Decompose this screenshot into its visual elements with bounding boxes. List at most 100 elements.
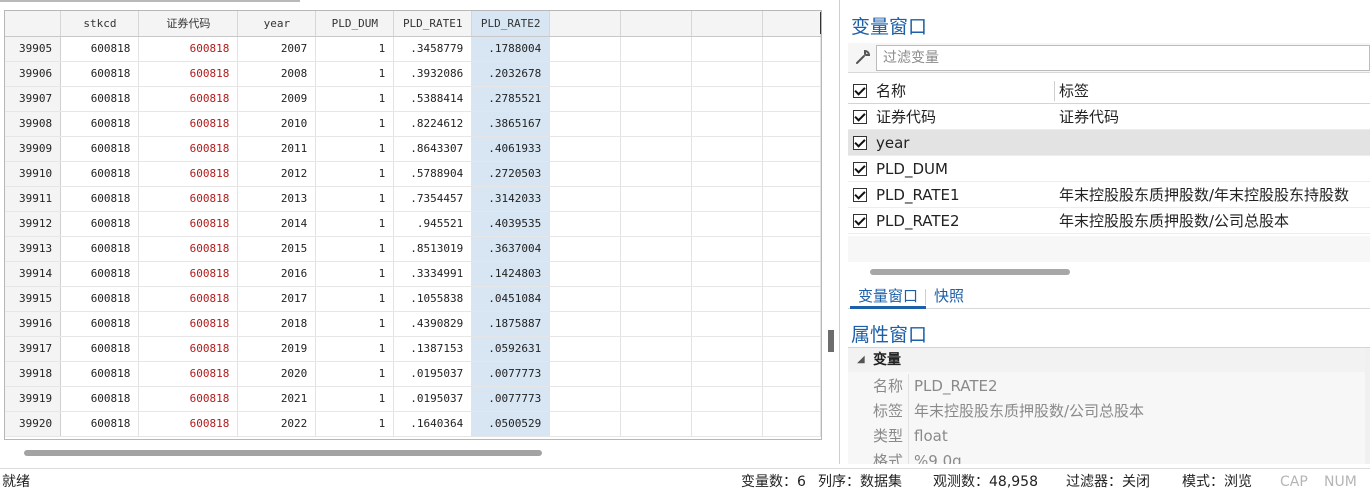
- table-cell[interactable]: [549, 236, 622, 262]
- table-cell[interactable]: 2014: [237, 211, 317, 237]
- table-cell[interactable]: [691, 186, 763, 212]
- tab-variables-window[interactable]: 变量窗口: [850, 285, 927, 309]
- table-cell[interactable]: .7354457: [393, 186, 473, 212]
- table-cell[interactable]: 600818: [60, 411, 140, 437]
- table-cell[interactable]: 2016: [237, 261, 317, 287]
- table-cell[interactable]: [549, 211, 622, 237]
- column-header[interactable]: [762, 11, 821, 37]
- table-cell[interactable]: 1: [315, 136, 395, 162]
- table-cell[interactable]: .3334991: [393, 261, 473, 287]
- table-cell[interactable]: 2013: [237, 186, 317, 212]
- table-cell[interactable]: 600818: [138, 161, 239, 187]
- table-cell[interactable]: [691, 36, 763, 62]
- table-row[interactable]: 39906 600818 600818 2008 1.3932086.2032678: [5, 61, 821, 87]
- table-row[interactable]: 39909 600818 600818 2011 1.8643307.4061933: [5, 136, 821, 162]
- table-cell[interactable]: 1: [315, 86, 395, 112]
- table-cell[interactable]: .3932086: [393, 61, 473, 87]
- table-cell[interactable]: 1: [315, 186, 395, 212]
- table-cell[interactable]: [691, 261, 763, 287]
- table-cell[interactable]: 1: [315, 111, 395, 137]
- table-cell[interactable]: 600818: [60, 336, 140, 362]
- table-cell[interactable]: .5788904: [393, 161, 473, 187]
- table-cell[interactable]: [762, 211, 821, 237]
- table-cell[interactable]: 600818: [138, 211, 239, 237]
- table-cell[interactable]: .3142033: [471, 186, 551, 212]
- table-cell[interactable]: 2007: [237, 36, 317, 62]
- table-cell[interactable]: [620, 136, 693, 162]
- table-cell[interactable]: [762, 236, 821, 262]
- table-cell[interactable]: 600818: [138, 311, 239, 337]
- table-cell[interactable]: [549, 311, 622, 337]
- table-row[interactable]: 39919 600818 600818 2021 1.0195037.0077773: [5, 386, 821, 412]
- table-cell[interactable]: .8643307: [393, 136, 473, 162]
- table-cell[interactable]: 600818: [60, 236, 140, 262]
- table-cell[interactable]: 600818: [138, 386, 239, 412]
- table-cell[interactable]: .8224612: [393, 111, 473, 137]
- table-cell[interactable]: [620, 311, 693, 337]
- table-cell[interactable]: [620, 36, 693, 62]
- table-cell[interactable]: [620, 211, 693, 237]
- variable-checkbox[interactable]: [853, 162, 867, 176]
- table-cell[interactable]: .5388414: [393, 86, 473, 112]
- table-cell[interactable]: 1: [315, 286, 395, 312]
- table-cell[interactable]: 1: [315, 386, 395, 412]
- table-cell[interactable]: .0077773: [471, 386, 551, 412]
- table-cell[interactable]: 1: [315, 161, 395, 187]
- table-cell[interactable]: [549, 336, 622, 362]
- table-cell[interactable]: 600818: [138, 36, 239, 62]
- table-cell[interactable]: .1640364: [393, 411, 473, 437]
- properties-section-header[interactable]: ◢ 变量: [848, 348, 1370, 372]
- table-cell[interactable]: 2021: [237, 386, 317, 412]
- table-row[interactable]: 39910 600818 600818 2012 1.5788904.2720503: [5, 161, 821, 187]
- table-cell[interactable]: [691, 286, 763, 312]
- table-cell[interactable]: 1: [315, 336, 395, 362]
- table-cell[interactable]: [620, 411, 693, 437]
- table-cell[interactable]: [620, 161, 693, 187]
- table-cell[interactable]: [691, 236, 763, 262]
- table-cell[interactable]: [620, 361, 693, 387]
- table-cell[interactable]: [549, 111, 622, 137]
- table-cell[interactable]: [549, 186, 622, 212]
- table-cell[interactable]: 600818: [60, 261, 140, 287]
- table-cell[interactable]: 600818: [138, 261, 239, 287]
- table-cell[interactable]: .0195037: [393, 386, 473, 412]
- data-table[interactable]: stkcd 证券代码 year PLD_DUM PLD_RATE1 PLD_RATE2 3…: [5, 11, 821, 437]
- horizontal-scrollbar-thumb[interactable]: [24, 450, 542, 456]
- table-cell[interactable]: .1387153: [393, 336, 473, 362]
- table-cell[interactable]: [549, 411, 622, 437]
- table-cell[interactable]: .0500529: [471, 411, 551, 437]
- table-cell[interactable]: 600818: [138, 61, 239, 87]
- table-cell[interactable]: [762, 186, 821, 212]
- variable-row[interactable]: PLD_DUM: [848, 156, 1370, 182]
- variable-row[interactable]: year: [848, 130, 1370, 156]
- column-header[interactable]: year: [237, 11, 317, 37]
- table-cell[interactable]: 600818: [60, 86, 140, 112]
- table-cell[interactable]: 1: [315, 411, 395, 437]
- table-cell[interactable]: [691, 311, 763, 337]
- table-cell[interactable]: 600818: [60, 161, 140, 187]
- table-row[interactable]: 39911 600818 600818 2013 1.7354457.3142033: [5, 186, 821, 212]
- name-column-header[interactable]: 名称: [876, 78, 906, 104]
- table-row[interactable]: 39917 600818 600818 2019 1.1387153.0592631: [5, 336, 821, 362]
- table-cell[interactable]: [762, 61, 821, 87]
- table-cell[interactable]: [762, 386, 821, 412]
- column-splitter[interactable]: [820, 12, 821, 34]
- table-cell[interactable]: [620, 286, 693, 312]
- table-cell[interactable]: 600818: [60, 111, 140, 137]
- table-cell[interactable]: [691, 336, 763, 362]
- wrench-icon[interactable]: [853, 48, 873, 68]
- vertical-scrollbar-thumb[interactable]: [828, 330, 834, 352]
- table-cell[interactable]: [762, 261, 821, 287]
- table-cell[interactable]: [762, 411, 821, 437]
- table-cell[interactable]: 2009: [237, 86, 317, 112]
- select-all-checkbox[interactable]: [853, 84, 867, 98]
- table-cell[interactable]: [620, 386, 693, 412]
- table-cell[interactable]: .0592631: [471, 336, 551, 362]
- property-value[interactable]: float: [914, 424, 948, 449]
- table-cell[interactable]: [620, 236, 693, 262]
- table-cell[interactable]: 2022: [237, 411, 317, 437]
- variables-horizontal-scrollbar-thumb[interactable]: [870, 269, 1070, 275]
- table-cell[interactable]: [762, 336, 821, 362]
- table-cell[interactable]: 2008: [237, 61, 317, 87]
- table-cell[interactable]: [549, 361, 622, 387]
